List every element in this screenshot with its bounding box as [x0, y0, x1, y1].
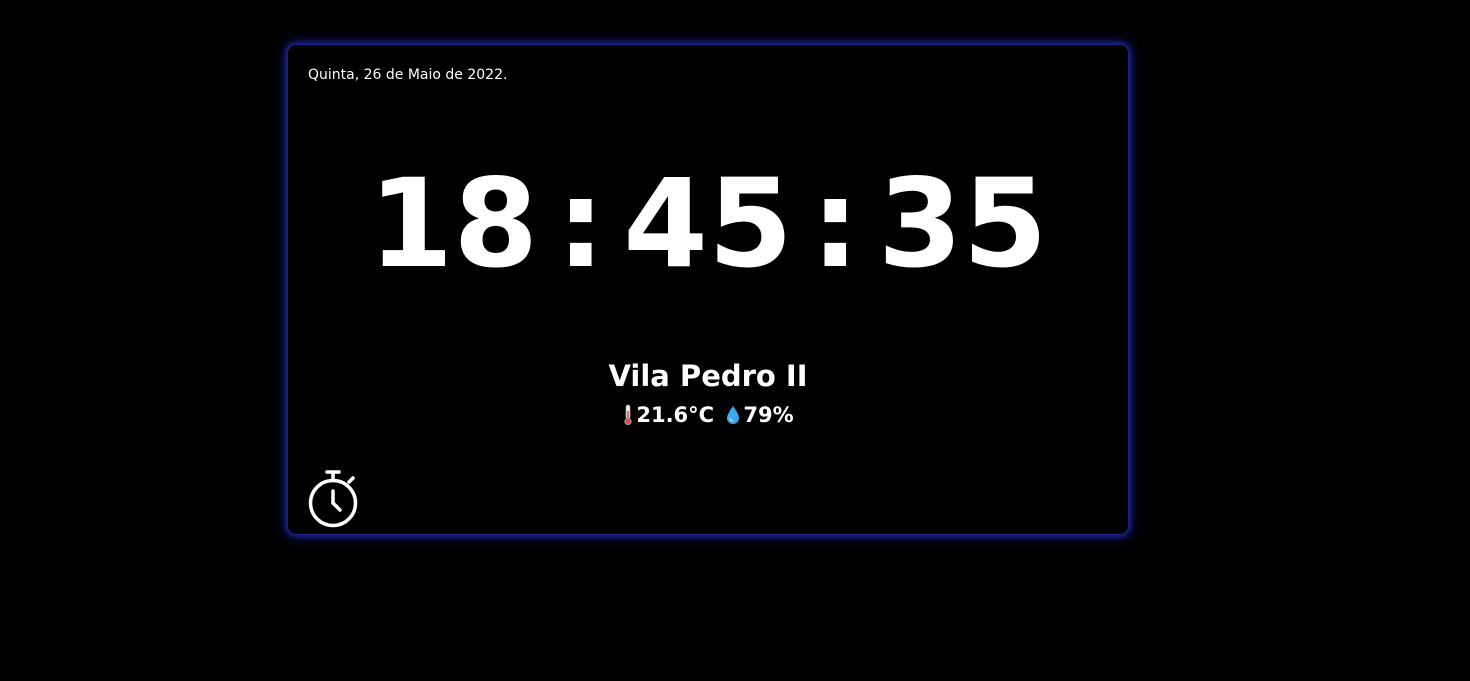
date-label: Quinta, 26 de Maio de 2022. — [308, 67, 508, 83]
clock-separator: : — [556, 153, 606, 295]
location-name: Vila Pedro II — [608, 359, 808, 393]
clock-card: Quinta, 26 de Maio de 2022. 18:45:35 Vil… — [288, 45, 1128, 534]
clock-separator: : — [810, 153, 860, 295]
stopwatch-icon — [308, 470, 358, 528]
digital-clock: 18:45:35 — [288, 163, 1128, 285]
temperature: 21.6°C — [622, 404, 714, 426]
temperature-value: 21.6°C — [636, 402, 715, 427]
clock-minutes: 45 — [623, 153, 793, 295]
weather-info: 21.6°C 79% — [288, 404, 1128, 430]
stopwatch-button[interactable] — [307, 469, 359, 529]
droplet-icon — [727, 406, 740, 424]
humidity: 79% — [725, 402, 794, 427]
clock-seconds: 35 — [877, 153, 1048, 295]
thermometer-icon — [624, 404, 633, 426]
clock-hours: 18 — [368, 153, 539, 295]
humidity-value: 79% — [743, 402, 794, 427]
